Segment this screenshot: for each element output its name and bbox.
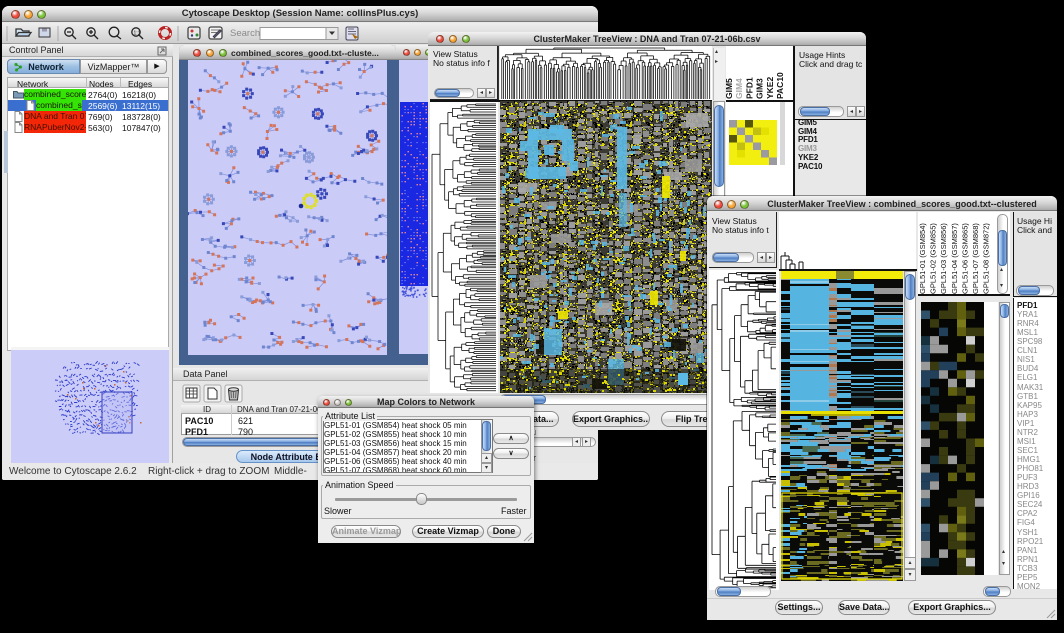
svg-text:YKE2: YKE2 (765, 77, 775, 99)
svg-text:GIM3: GIM3 (755, 78, 765, 99)
svg-text:GPL51-07 (GSM868): GPL51-07 (GSM868) (971, 223, 980, 294)
svg-text:GPL51-08 (GSM872): GPL51-08 (GSM872) (982, 223, 991, 294)
svg-text:GPL51-01 (GSM854): GPL51-01 (GSM854) (918, 223, 927, 294)
svg-text:GPL51-04 (GSM857): GPL51-04 (GSM857) (950, 223, 959, 294)
svg-text:Search:: Search: (230, 28, 263, 39)
svg-text:GPL51-03 (GSM856): GPL51-03 (GSM856) (939, 223, 948, 294)
svg-text:GPL51-06 (GSM865): GPL51-06 (GSM865) (960, 223, 969, 294)
svg-text:GPL51-02 (GSM855): GPL51-02 (GSM855) (929, 223, 938, 294)
svg-text:GIM5: GIM5 (726, 78, 734, 99)
svg-text:PAC10: PAC10 (775, 72, 785, 99)
svg-text:1:1: 1:1 (134, 31, 141, 37)
svg-text:GIM4: GIM4 (734, 78, 744, 99)
svg-text:PFD1: PFD1 (744, 77, 754, 99)
